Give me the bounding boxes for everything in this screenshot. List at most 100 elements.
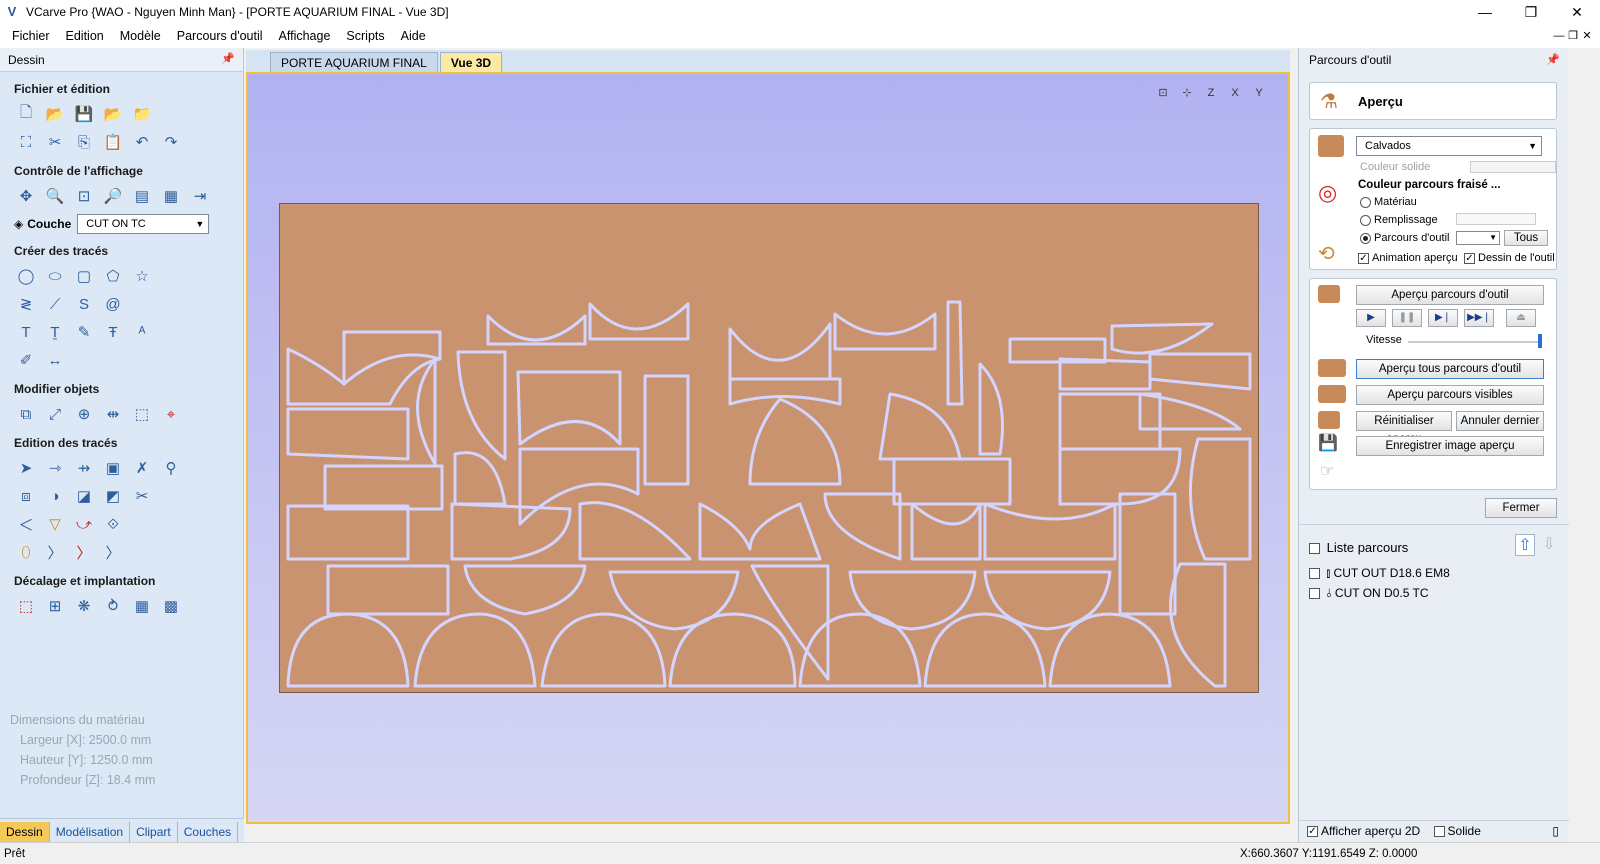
- layer-select[interactable]: CUT ON TC ▼: [77, 214, 210, 234]
- bezier-icon[interactable]: 〉: [72, 540, 96, 564]
- toolpath-item[interactable]: ⫰ CUT ON D0.5 TC: [1309, 586, 1429, 601]
- zoom-extents-icon[interactable]: ⊡: [1152, 82, 1174, 104]
- offset-icon[interactable]: ⬚: [14, 594, 38, 618]
- save-icon[interactable]: 💾: [72, 102, 96, 126]
- tous-button[interactable]: Tous: [1504, 230, 1548, 246]
- menu-scripts[interactable]: Scripts: [338, 29, 392, 43]
- extend-icon[interactable]: ⤻: [72, 512, 96, 536]
- tab-dessin[interactable]: Dessin: [0, 822, 50, 842]
- preview-all-button[interactable]: Aperçu tous parcours d'outil: [1356, 359, 1544, 379]
- array-copy-icon[interactable]: ⊞: [43, 594, 67, 618]
- line-icon[interactable]: ⟋: [43, 292, 67, 316]
- view-toggle-icon[interactable]: ⇥: [188, 184, 212, 208]
- menu-aide[interactable]: Aide: [393, 29, 434, 43]
- tab-couches[interactable]: Couches: [178, 822, 239, 842]
- move-icon[interactable]: ⧉: [14, 402, 38, 426]
- mdi-restore-button[interactable]: ❐: [1566, 24, 1580, 48]
- paste-icon[interactable]: 📋: [101, 130, 125, 154]
- speed-slider-thumb[interactable]: [1538, 334, 1542, 348]
- toolpath-color-select[interactable]: ▼: [1456, 231, 1500, 245]
- rectangle-icon[interactable]: ▢: [72, 264, 96, 288]
- circular-array-icon[interactable]: ❋: [72, 594, 96, 618]
- weld-icon[interactable]: ⧈: [14, 484, 38, 508]
- smart-edit-icon[interactable]: ⚲: [159, 456, 183, 480]
- mdi-minimize-button[interactable]: —: [1552, 24, 1566, 48]
- transform-icon[interactable]: ⇸: [72, 456, 96, 480]
- delete-nodes-icon[interactable]: ✗: [130, 456, 154, 480]
- maximize-button[interactable]: ❐: [1508, 0, 1554, 24]
- tab-clipart[interactable]: Clipart: [130, 822, 178, 842]
- pan-icon[interactable]: ✥: [14, 184, 38, 208]
- reset-preview-button[interactable]: Réinitialiser aperçu: [1356, 411, 1452, 445]
- intersect-icon[interactable]: ◪: [72, 484, 96, 508]
- import-bitmap-icon[interactable]: 📁: [130, 102, 154, 126]
- show-2d-checkbox[interactable]: ✓ Afficher aperçu 2D: [1307, 824, 1420, 838]
- import-icon[interactable]: 📂: [101, 102, 125, 126]
- text-auto-layout-icon[interactable]: Ŧ: [101, 320, 125, 344]
- polyline-icon[interactable]: ≷: [14, 292, 38, 316]
- copy-icon[interactable]: ⎘: [72, 130, 96, 154]
- undo-icon[interactable]: ↶: [130, 130, 154, 154]
- group-icon[interactable]: ▣: [101, 456, 125, 480]
- new-file-icon[interactable]: 🗋: [14, 102, 38, 126]
- iso-view-icon[interactable]: ⊹: [1176, 82, 1198, 104]
- arc-icon[interactable]: 〉: [43, 540, 67, 564]
- mirror-icon[interactable]: ⇹: [101, 402, 125, 426]
- undo-last-button[interactable]: Annuler dernier: [1456, 411, 1544, 431]
- pin-icon[interactable]: 📌: [221, 52, 235, 65]
- dimension-icon[interactable]: ✐: [14, 348, 38, 372]
- preview-visible-button[interactable]: Aperçu parcours visibles: [1356, 385, 1544, 405]
- redo-icon[interactable]: ↷: [159, 130, 183, 154]
- distort-icon[interactable]: ⬚: [130, 402, 154, 426]
- job-setup-icon[interactable]: ⛶: [14, 130, 38, 154]
- star-icon[interactable]: ☆: [130, 264, 154, 288]
- join-icon[interactable]: ＜: [14, 512, 38, 536]
- tool-drawing-checkbox[interactable]: ✓ Dessin de l'outil: [1464, 252, 1555, 264]
- ellipse-icon[interactable]: ⬭: [43, 264, 67, 288]
- open-file-icon[interactable]: 📂: [43, 102, 67, 126]
- trim-icon[interactable]: ✂: [130, 484, 154, 508]
- menu-fichier[interactable]: Fichier: [4, 29, 58, 43]
- mdi-close-button[interactable]: ✕: [1580, 24, 1594, 48]
- minimize-button[interactable]: —: [1462, 0, 1508, 24]
- save-preview-image-button[interactable]: Enregistrer image aperçu: [1356, 436, 1544, 456]
- menu-edition[interactable]: Edition: [58, 29, 112, 43]
- close-vectors-icon[interactable]: ▽: [43, 512, 67, 536]
- fast-forward-button[interactable]: ▶▶❘: [1464, 309, 1494, 327]
- spiral-icon[interactable]: @: [101, 292, 125, 316]
- pause-button[interactable]: ❚❚: [1392, 309, 1422, 327]
- view-x-icon[interactable]: X: [1224, 82, 1246, 104]
- material-select[interactable]: Calvados ▼: [1356, 136, 1542, 156]
- tab-2d-view[interactable]: PORTE AQUARIUM FINAL: [270, 52, 438, 72]
- select-icon[interactable]: ➤: [14, 456, 38, 480]
- speed-slider[interactable]: [1408, 341, 1538, 343]
- view-2d-icon[interactable]: ▤: [130, 184, 154, 208]
- zoom-box-icon[interactable]: 🔎: [101, 184, 125, 208]
- zoom-extents-icon[interactable]: ⊡: [72, 184, 96, 208]
- tangent-icon[interactable]: 〉: [101, 540, 125, 564]
- menu-modele[interactable]: Modèle: [112, 29, 169, 43]
- subtract-icon[interactable]: ◑: [43, 484, 67, 508]
- toolpath-item[interactable]: ⫾ CUT OUT D18.6 EM8: [1309, 566, 1450, 581]
- tab-3d-view[interactable]: Vue 3D: [439, 52, 503, 72]
- curve-icon[interactable]: S: [72, 292, 96, 316]
- cut-icon[interactable]: ✂: [43, 130, 67, 154]
- text-icon[interactable]: T: [14, 320, 38, 344]
- node-edit-icon[interactable]: ⇾: [43, 456, 67, 480]
- viewport-3d[interactable]: ⊡ ⊹ Z X Y: [246, 72, 1290, 824]
- radio-remplissage[interactable]: Remplissage: [1360, 214, 1438, 226]
- text-arc-icon[interactable]: ᴬ: [130, 320, 154, 344]
- pin-icon[interactable]: 📌: [1546, 53, 1560, 66]
- fill-color-select[interactable]: [1456, 213, 1536, 225]
- view-tile-icon[interactable]: ▦: [159, 184, 183, 208]
- menu-affichage[interactable]: Affichage: [271, 29, 339, 43]
- boolean-icon[interactable]: ⟐: [101, 512, 125, 536]
- text-on-curve-icon[interactable]: ✎: [72, 320, 96, 344]
- toolpath-list-header[interactable]: Liste parcours: [1309, 540, 1408, 555]
- close-panel-button[interactable]: Fermer: [1485, 498, 1557, 518]
- preview-toolpath-button[interactable]: Aperçu parcours d'outil: [1356, 285, 1544, 305]
- nesting-icon[interactable]: ▩: [159, 594, 183, 618]
- measure-icon[interactable]: ↔: [43, 348, 67, 372]
- text-box-icon[interactable]: Ṯ: [43, 320, 67, 344]
- align-icon[interactable]: ⊕: [72, 402, 96, 426]
